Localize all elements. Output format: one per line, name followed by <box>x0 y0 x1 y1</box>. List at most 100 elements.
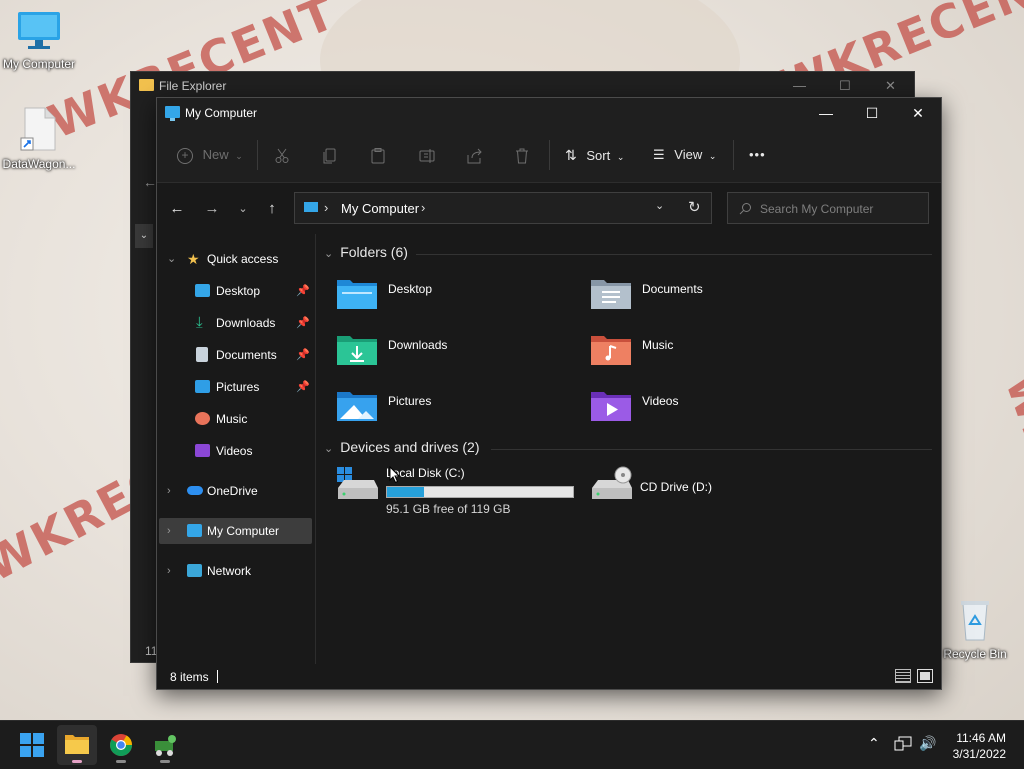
taskbar-file-explorer[interactable] <box>57 725 97 765</box>
new-button-label: New <box>202 147 229 162</box>
folders-group-header[interactable]: ⌄ Folders (6) <box>324 244 408 260</box>
chevron-down-icon: ⌄ <box>708 151 717 161</box>
windows-logo-icon <box>20 733 44 757</box>
chevron-right-icon[interactable]: › <box>167 518 171 544</box>
computer-icon <box>18 12 60 49</box>
chevron-right-icon[interactable]: › <box>167 558 171 584</box>
new-button[interactable]: + New ⌄ <box>177 142 243 168</box>
search-box[interactable] <box>727 192 929 224</box>
paste-button[interactable] <box>371 142 385 168</box>
close-button[interactable]: ✕ <box>895 98 941 128</box>
pin-icon[interactable]: 📌 <box>296 310 310 336</box>
more-options-button[interactable]: ••• <box>749 142 766 168</box>
cd-drive-icon <box>592 466 632 499</box>
sort-button[interactable]: ⇅ Sort ⌄ <box>565 142 624 168</box>
clock-date: 3/31/2022 <box>952 747 1006 761</box>
recent-locations-button[interactable]: ⌄ <box>231 197 255 221</box>
group-header-label: Folders (6) <box>340 244 408 260</box>
desktop-folder-icon <box>337 280 377 309</box>
maximize-button[interactable]: ☐ <box>849 98 895 128</box>
nav-item-label: Network <box>207 564 252 578</box>
close-button[interactable]: ✕ <box>885 78 896 94</box>
copy-button[interactable] <box>323 142 337 168</box>
datawagon-icon <box>155 735 176 756</box>
volume-icon[interactable]: 🔊 <box>919 735 936 752</box>
folder-item-downloads[interactable]: Downloads <box>336 332 576 376</box>
view-list-icon: ☰ <box>653 147 665 162</box>
desktop-icon-datawagon[interactable]: DataWagon... <box>1 106 77 171</box>
nav-item-music[interactable]: Music <box>159 406 312 432</box>
pin-icon[interactable]: 📌 <box>296 278 310 304</box>
folder-item-pictures[interactable]: Pictures <box>336 388 576 432</box>
search-icon <box>739 203 751 215</box>
cut-button[interactable] <box>275 142 289 168</box>
pin-icon[interactable]: 📌 <box>296 342 310 368</box>
desktop-icon-my-computer[interactable]: My Computer <box>1 10 77 71</box>
nav-item-label: Music <box>216 412 248 426</box>
folder-item-videos[interactable]: Videos <box>590 388 830 432</box>
chevron-down-icon: ⌄ <box>324 248 334 260</box>
sort-button-label: Sort <box>586 148 611 163</box>
nav-item-documents[interactable]: Documents 📌 <box>159 342 312 368</box>
folder-name: Documents <box>642 282 703 296</box>
up-button[interactable]: ↑ <box>260 197 284 221</box>
minimize-button[interactable]: — <box>793 78 806 93</box>
search-input[interactable] <box>758 199 922 219</box>
rename-icon <box>419 148 435 163</box>
back-arrow-icon[interactable]: ← <box>143 174 157 190</box>
share-button[interactable] <box>467 142 483 168</box>
nav-item-videos[interactable]: Videos <box>159 438 312 464</box>
nav-item-my-computer[interactable]: › My Computer <box>159 518 312 544</box>
refresh-button[interactable]: ↻ <box>688 198 701 216</box>
folder-name: Music <box>642 338 674 352</box>
nav-item-pictures[interactable]: Pictures 📌 <box>159 374 312 400</box>
drive-item-cd-drive[interactable]: CD Drive (D:) <box>590 466 830 514</box>
minimize-button[interactable]: — <box>803 98 849 128</box>
delete-button[interactable] <box>515 142 529 168</box>
taskbar-chrome[interactable] <box>101 725 141 765</box>
nav-item-onedrive[interactable]: › OneDrive <box>159 478 312 504</box>
nav-item-label: Pictures <box>216 380 260 394</box>
breadcrumb-chevron-icon: › <box>421 200 426 215</box>
toolbar-divider <box>257 140 258 170</box>
maximize-button[interactable]: ☐ <box>839 78 851 94</box>
chevron-down-icon[interactable]: ⌄ <box>135 224 153 248</box>
nav-item-desktop[interactable]: Desktop 📌 <box>159 278 312 304</box>
running-indicator <box>116 760 126 763</box>
nav-item-network[interactable]: › Network <box>159 558 312 584</box>
network-icon[interactable] <box>894 736 912 752</box>
address-history-button[interactable]: ⌄ <box>655 199 664 212</box>
desktop-icon-recycle-bin[interactable]: Recycle Bin <box>937 598 1013 661</box>
details-view-button[interactable] <box>895 669 911 683</box>
status-divider <box>217 670 218 683</box>
system-clock[interactable]: 11:46 AM 3/31/2022 <box>953 730 1006 762</box>
pin-icon[interactable]: 📌 <box>296 374 310 400</box>
group-divider <box>416 254 932 255</box>
taskbar-datawagon-app[interactable] <box>145 725 185 765</box>
pictures-folder-icon <box>337 392 377 421</box>
nav-item-quick-access[interactable]: ⌄ ★ Quick access <box>159 246 312 272</box>
command-bar: + New ⌄ ⇅ Sort ⌄ ☰ View ⌄ ••• <box>157 128 941 183</box>
music-icon <box>195 412 210 425</box>
chevron-right-icon[interactable]: › <box>167 478 171 504</box>
forward-button[interactable]: → <box>200 197 224 221</box>
start-button[interactable] <box>12 725 52 765</box>
drive-item-local-disk[interactable]: Local Disk (C:) 95.1 GB free of 119 GB <box>336 466 576 516</box>
folder-item-desktop[interactable]: Desktop <box>336 276 576 320</box>
view-button[interactable]: ☰ View ⌄ <box>653 142 716 168</box>
title-bar[interactable]: My Computer — ☐ ✕ <box>157 98 941 128</box>
show-hidden-icons-button[interactable]: ⌃ <box>868 735 880 752</box>
content-pane: ⌄ Folders (6) Desktop Documents Downloads… <box>316 234 940 664</box>
large-icons-view-button[interactable] <box>917 669 933 683</box>
back-button[interactable]: ← <box>165 197 189 221</box>
file-explorer-window[interactable]: My Computer — ☐ ✕ + New ⌄ ⇅ Sort ⌄ ☰ Vie… <box>156 97 942 690</box>
wallpaper-watermark: WKRECENT <box>996 369 1024 637</box>
folder-item-documents[interactable]: Documents <box>590 276 830 320</box>
drives-group-header[interactable]: ⌄ Devices and drives (2) <box>324 439 480 455</box>
nav-item-downloads[interactable]: ⤓ Downloads 📌 <box>159 310 312 336</box>
address-path[interactable]: My Computer <box>341 201 419 216</box>
rename-button[interactable] <box>419 142 435 168</box>
folder-item-music[interactable]: Music <box>590 332 830 376</box>
chevron-down-icon[interactable]: ⌄ <box>167 246 176 272</box>
address-bar[interactable]: › My Computer › ⌄ ↻ <box>294 192 712 224</box>
